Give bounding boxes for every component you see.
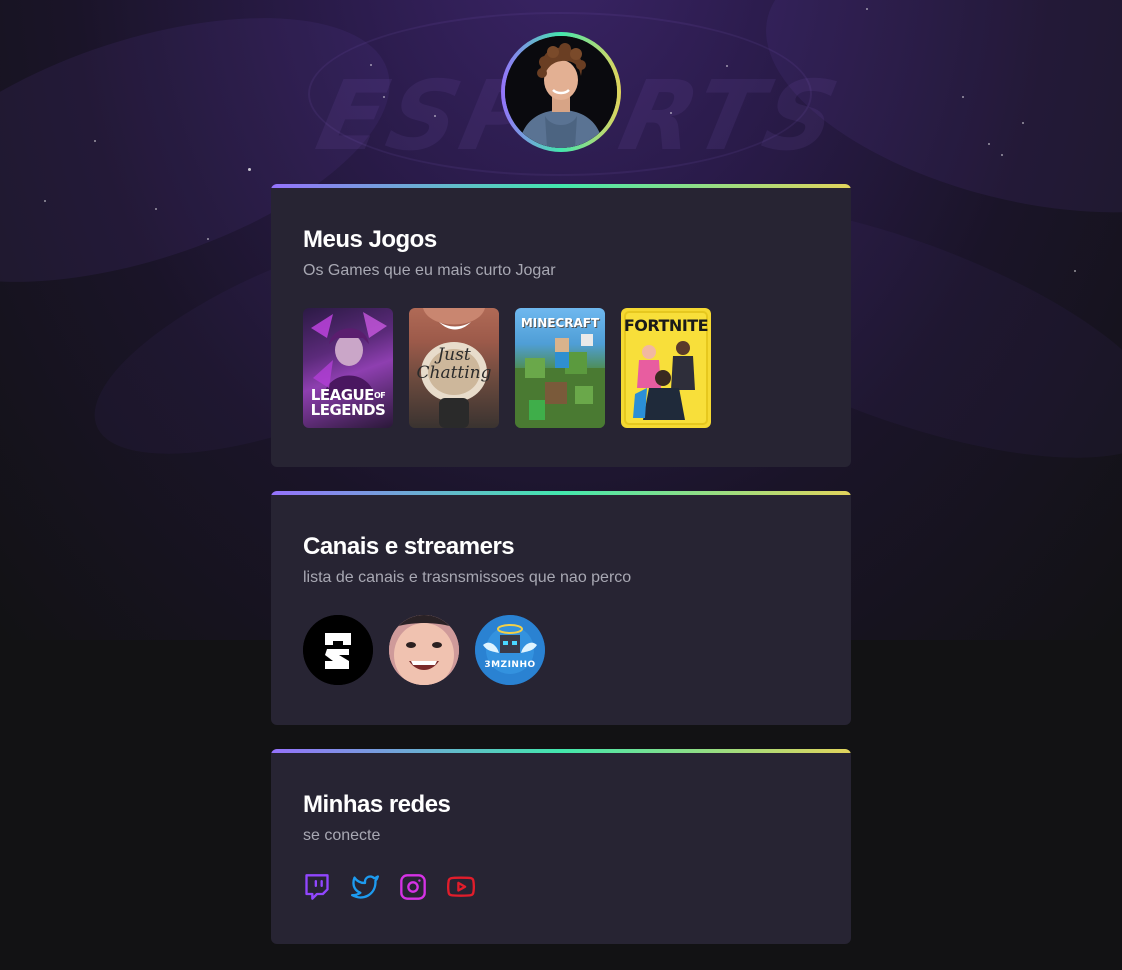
twitter-link[interactable] bbox=[351, 873, 379, 901]
avatar-photo bbox=[505, 36, 617, 148]
games-card-subtitle: Os Games que eu mais curto Jogar bbox=[303, 262, 556, 279]
streamer-avatar-2[interactable] bbox=[389, 615, 459, 685]
twitter-icon bbox=[351, 875, 379, 899]
star bbox=[207, 238, 209, 240]
star bbox=[1074, 270, 1076, 272]
streamer-face-art bbox=[389, 615, 459, 685]
game-just-line1: Just bbox=[437, 345, 471, 365]
youtube-link[interactable] bbox=[447, 873, 475, 901]
game-just-line2: Chatting bbox=[416, 363, 492, 383]
streamer-avatar-3[interactable]: 3MZINHO bbox=[475, 615, 545, 685]
channels-card: Canais e streamers lista de canais e tra… bbox=[271, 491, 851, 725]
networks-card: Minhas redes se conecte bbox=[271, 749, 851, 944]
star bbox=[370, 64, 372, 66]
game-just-chatting[interactable]: Just Chatting bbox=[409, 308, 499, 428]
star bbox=[94, 140, 96, 142]
instagram-link[interactable] bbox=[399, 873, 427, 901]
star bbox=[866, 8, 868, 10]
youtube-icon bbox=[447, 876, 475, 897]
game-fortnite-title: FORTNITE bbox=[623, 316, 709, 335]
instagram-icon bbox=[400, 874, 426, 900]
star bbox=[383, 96, 385, 98]
star bbox=[1001, 154, 1003, 156]
star bbox=[155, 208, 157, 210]
channels-card-title: Canais e streamers bbox=[303, 533, 515, 560]
star bbox=[670, 112, 672, 114]
star bbox=[1022, 122, 1024, 124]
twitch-link[interactable] bbox=[303, 873, 331, 901]
game-minecraft-title: MINECRAFT bbox=[520, 316, 600, 330]
game-league-line2: LEGENDS bbox=[310, 401, 386, 419]
star bbox=[726, 65, 728, 67]
profile-avatar bbox=[501, 32, 621, 152]
streamer-mzinho-label: 3MZINHO bbox=[484, 660, 536, 670]
games-card-title: Meus Jogos bbox=[303, 226, 437, 253]
star bbox=[44, 200, 46, 202]
star bbox=[248, 168, 251, 171]
game-league-of: OF bbox=[373, 391, 386, 400]
games-list: LEAGUEOF LEGENDS Just Chatting MINECRAFT… bbox=[303, 308, 711, 428]
networks-card-title: Minhas redes bbox=[303, 791, 451, 818]
star bbox=[962, 96, 964, 98]
game-league-of-legends[interactable]: LEAGUEOF LEGENDS bbox=[303, 308, 393, 428]
game-minecraft[interactable]: MINECRAFT bbox=[515, 308, 605, 428]
star bbox=[434, 115, 436, 117]
avatar-portrait-graphic bbox=[505, 36, 617, 148]
channels-card-subtitle: lista de canais e trasnsmissoes que nao … bbox=[303, 569, 632, 586]
twitch-icon bbox=[305, 874, 329, 900]
streamer-mzinho-art bbox=[475, 615, 545, 685]
star bbox=[988, 143, 990, 145]
game-fortnite[interactable]: FORTNITE bbox=[621, 308, 711, 428]
streamer-avatar-1[interactable] bbox=[303, 615, 373, 685]
games-card: Meus Jogos Os Games que eu mais curto Jo… bbox=[271, 184, 851, 467]
channel-symbol-logo bbox=[303, 615, 373, 685]
networks-card-subtitle: se conecte bbox=[303, 827, 381, 844]
social-links bbox=[303, 873, 475, 901]
streamers-list: 3MZINHO bbox=[303, 615, 545, 685]
